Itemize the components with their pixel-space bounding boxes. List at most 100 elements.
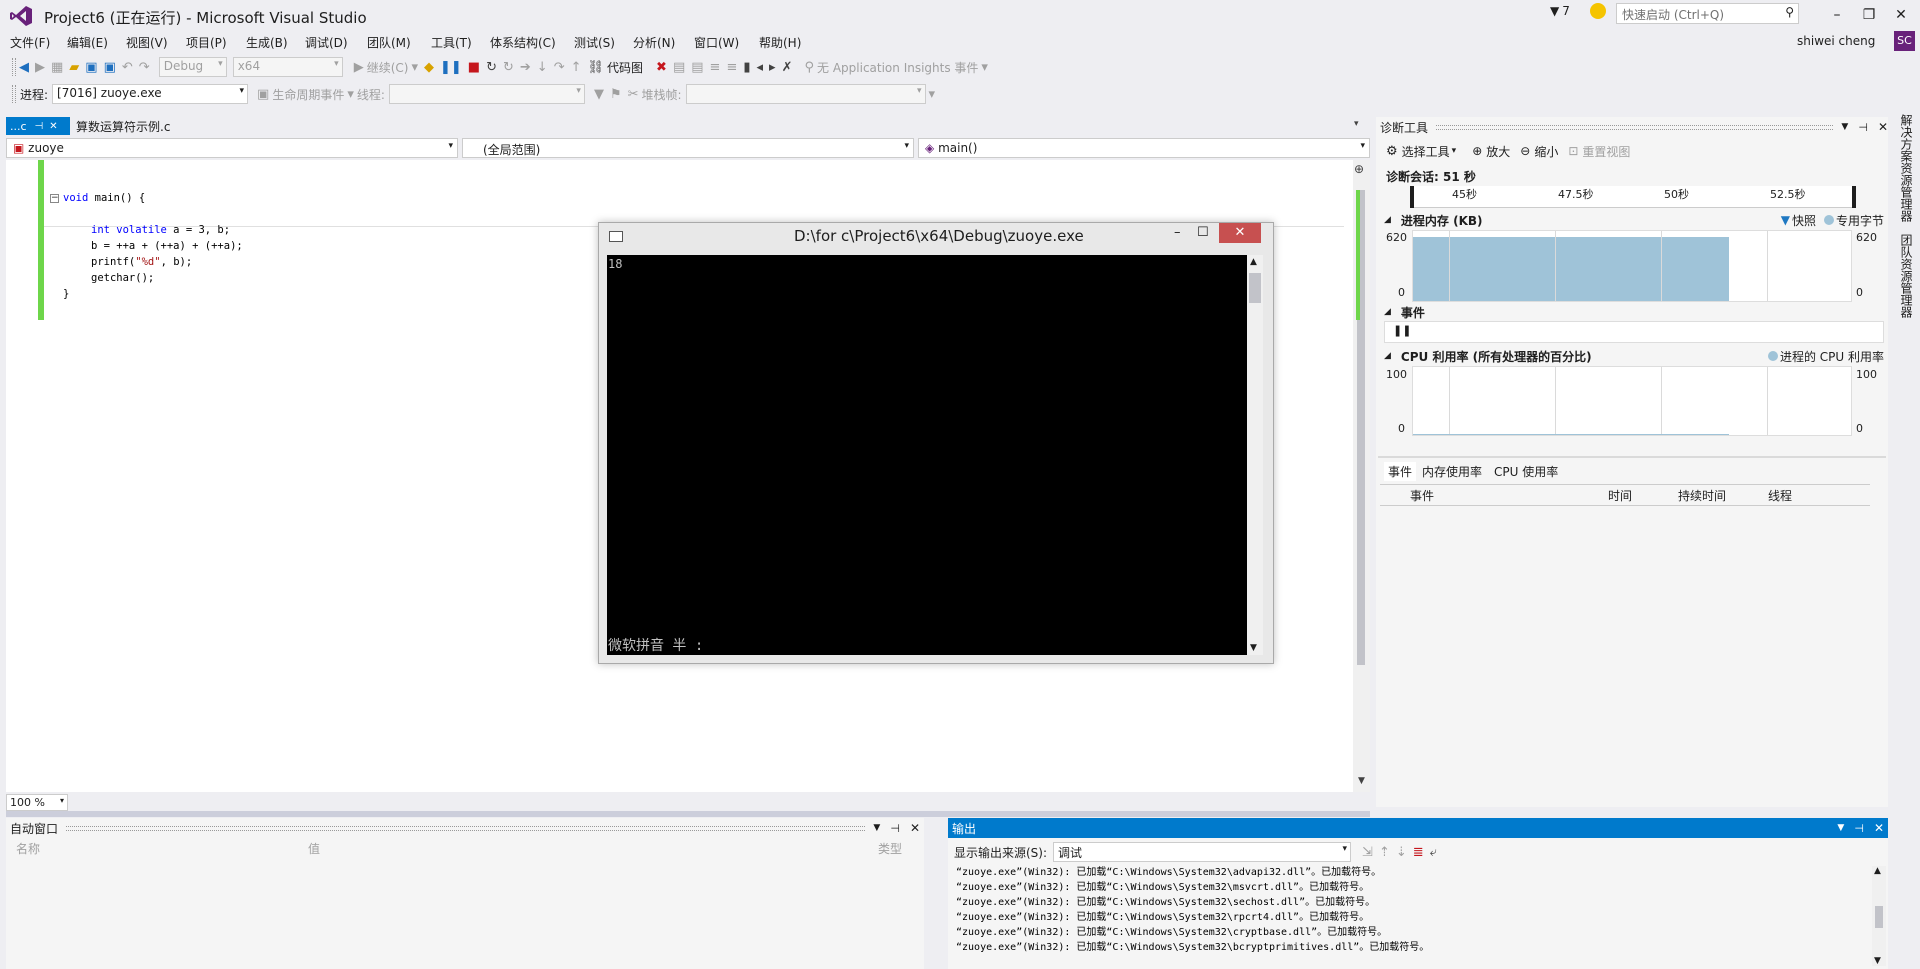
close-icon[interactable]: ✕ xyxy=(910,821,920,835)
zoom-out-icon[interactable]: ⊖ xyxy=(1520,144,1530,158)
show-next-statement-icon[interactable]: ➔ xyxy=(517,60,534,75)
output-text[interactable]: “zuoye.exe”(Win32): 已加载“C:\Windows\Syste… xyxy=(956,865,1429,955)
next-message-icon[interactable]: ⇣ xyxy=(1393,845,1410,860)
process-select[interactable]: [7016] zuoye.exe ▾ xyxy=(52,84,249,104)
split-icon[interactable]: ⊕ xyxy=(1354,162,1364,176)
column-header-name[interactable]: 名称 xyxy=(16,840,40,857)
solution-config-select[interactable]: Debug ▾ xyxy=(158,57,227,77)
memory-graph[interactable] xyxy=(1412,230,1852,302)
open-file-icon[interactable]: ▰ xyxy=(66,60,82,75)
avatar[interactable]: SC xyxy=(1894,31,1915,51)
tab-events[interactable]: 事件 xyxy=(1384,461,1417,481)
panel-grip[interactable] xyxy=(1436,124,1834,130)
menu-test[interactable]: 测试(S) xyxy=(574,34,615,51)
menu-architecture[interactable]: 体系结构(C) xyxy=(490,34,556,51)
reset-view-icon[interactable]: ⊡ xyxy=(1568,144,1578,158)
pause-icon[interactable]: ❚❚ xyxy=(437,60,465,75)
chevron-down-icon[interactable]: ▼ xyxy=(1837,823,1844,833)
continue-icon[interactable]: ▶ xyxy=(351,60,367,75)
close-icon[interactable]: ✕ xyxy=(1878,120,1888,134)
console-scrollbar[interactable]: ▲ ▼ xyxy=(1247,255,1263,655)
forward-icon[interactable]: ▶ xyxy=(32,60,48,75)
menu-team[interactable]: 团队(M) xyxy=(367,34,411,51)
pin-icon[interactable]: ⊣ xyxy=(890,822,900,835)
member-select[interactable]: ◈ main() ▾ xyxy=(918,138,1370,158)
bookmark-icon[interactable]: ▮ xyxy=(740,60,753,75)
scroll-down-icon[interactable]: ▼ xyxy=(1874,956,1881,966)
memory-section-header[interactable]: ◢ 进程内存 (KB) ▼ 快照 专用字节 xyxy=(1384,211,1884,229)
new-project-icon[interactable]: ▦ xyxy=(48,60,66,75)
timeline-end-marker[interactable] xyxy=(1852,186,1856,208)
menu-debug[interactable]: 调试(D) xyxy=(305,34,348,51)
editor-hscroll[interactable] xyxy=(6,811,1370,817)
platform-select[interactable]: x64 ▾ xyxy=(232,57,343,77)
scroll-down-icon[interactable]: ▼ xyxy=(1250,643,1257,653)
zoom-select[interactable]: 100 % ▾ xyxy=(6,794,68,811)
back-icon[interactable]: ◀ xyxy=(16,60,32,75)
user-name[interactable]: shiwei cheng xyxy=(1797,34,1875,48)
tab-active-file[interactable]: 算数运算符示例.c xyxy=(70,117,176,135)
prev-message-icon[interactable]: ⇡ xyxy=(1376,845,1393,860)
indent-icon[interactable]: ≡ xyxy=(707,60,724,75)
close-button[interactable]: ✕ xyxy=(1886,4,1916,26)
menu-file[interactable]: 文件(F) xyxy=(10,34,50,51)
pin-icon[interactable]: ⊣ xyxy=(35,121,44,132)
continue-button[interactable]: 继续(C) xyxy=(367,59,409,76)
events-section-header[interactable]: ◢ 事件 xyxy=(1384,303,1884,321)
zoom-out-button[interactable]: 缩小 xyxy=(1534,143,1558,160)
step-over-icon[interactable]: ↷ xyxy=(551,60,568,75)
collapse-icon[interactable]: ◢ xyxy=(1384,351,1391,361)
find-message-icon[interactable]: ⇲ xyxy=(1359,845,1376,860)
console-scroll-thumb[interactable] xyxy=(1249,273,1261,303)
toggle-threads-icon[interactable]: ✂ xyxy=(625,87,642,102)
scroll-up-icon[interactable]: ▲ xyxy=(1250,257,1257,267)
menu-tools[interactable]: 工具(T) xyxy=(431,34,472,51)
chevron-down-icon[interactable]: ▼ xyxy=(1841,122,1848,132)
menu-help[interactable]: 帮助(H) xyxy=(759,34,801,51)
output-scroll-thumb[interactable] xyxy=(1875,906,1883,928)
undo-icon[interactable]: ↶ xyxy=(119,60,136,75)
save-icon[interactable]: ▣ xyxy=(82,60,100,75)
pin-icon[interactable]: ⊣ xyxy=(1854,822,1864,835)
outdent-icon[interactable]: ≡ xyxy=(723,60,740,75)
project-select[interactable]: ▣ zuoye ▾ xyxy=(6,138,458,158)
panel-splitter[interactable] xyxy=(1378,456,1886,458)
zoom-in-icon[interactable]: ⊕ xyxy=(1472,144,1482,158)
collapse-icon[interactable]: ◢ xyxy=(1384,307,1391,317)
feedback-smiley-icon[interactable] xyxy=(1590,3,1606,19)
restart-icon[interactable]: ↻ xyxy=(483,60,500,75)
prev-bookmark-icon[interactable]: ◂ xyxy=(754,60,767,75)
cpu-graph[interactable] xyxy=(1412,366,1852,436)
notifications[interactable]: ▼ 7 xyxy=(1550,4,1570,18)
menu-edit[interactable]: 编辑(E) xyxy=(67,34,108,51)
team-explorer-tab[interactable]: 团队资源管理器 xyxy=(1898,234,1915,318)
menu-analyze[interactable]: 分析(N) xyxy=(633,34,675,51)
scope-select[interactable]: (全局范围) ▾ xyxy=(462,138,914,158)
quick-launch-input[interactable]: 快速启动 (Ctrl+Q) ⚲ xyxy=(1616,3,1799,24)
lifecycle-events-button[interactable]: 生命周期事件 xyxy=(272,86,344,103)
chevron-down-icon[interactable]: ▾ xyxy=(408,60,421,75)
tab-pinned-file[interactable]: ...c ⊣ ✕ xyxy=(6,117,70,135)
scroll-up-icon[interactable]: ▲ xyxy=(1874,866,1881,876)
chevron-down-icon[interactable]: ▾ xyxy=(1452,146,1457,156)
column-header-type[interactable]: 类型 xyxy=(878,840,902,857)
chevron-down-icon[interactable]: ▾ xyxy=(978,60,991,75)
restore-button[interactable]: ❐ xyxy=(1854,4,1884,26)
toolbar-grip[interactable] xyxy=(12,85,16,103)
app-insights-icon[interactable]: ⚲ xyxy=(801,60,817,75)
attach-process-icon[interactable]: ◆ xyxy=(421,60,437,75)
chevron-down-icon[interactable]: ▾ xyxy=(926,87,939,102)
lifecycle-icon[interactable]: ▣ xyxy=(254,87,272,102)
uncomment-icon[interactable]: ▤ xyxy=(688,60,706,75)
redo-icon[interactable]: ↷ xyxy=(136,60,153,75)
solution-explorer-tab[interactable]: 解决方案资源管理器 xyxy=(1898,114,1915,222)
column-header-event[interactable]: 事件 xyxy=(1410,487,1434,504)
refresh-icon[interactable]: ↻ xyxy=(500,60,517,75)
next-bookmark-icon[interactable]: ▸ xyxy=(766,60,779,75)
clear-all-icon[interactable]: ≣ xyxy=(1410,845,1427,860)
code-map-icon[interactable]: ⛓ xyxy=(585,60,608,75)
tab-memory-usage[interactable]: 内存使用率 xyxy=(1422,463,1482,480)
app-insights-button[interactable]: 无 Application Insights 事件 xyxy=(817,59,978,76)
breakpoint-icon[interactable]: ✖ xyxy=(653,60,670,75)
output-scrollbar[interactable]: ▲ ▼ xyxy=(1872,866,1886,966)
